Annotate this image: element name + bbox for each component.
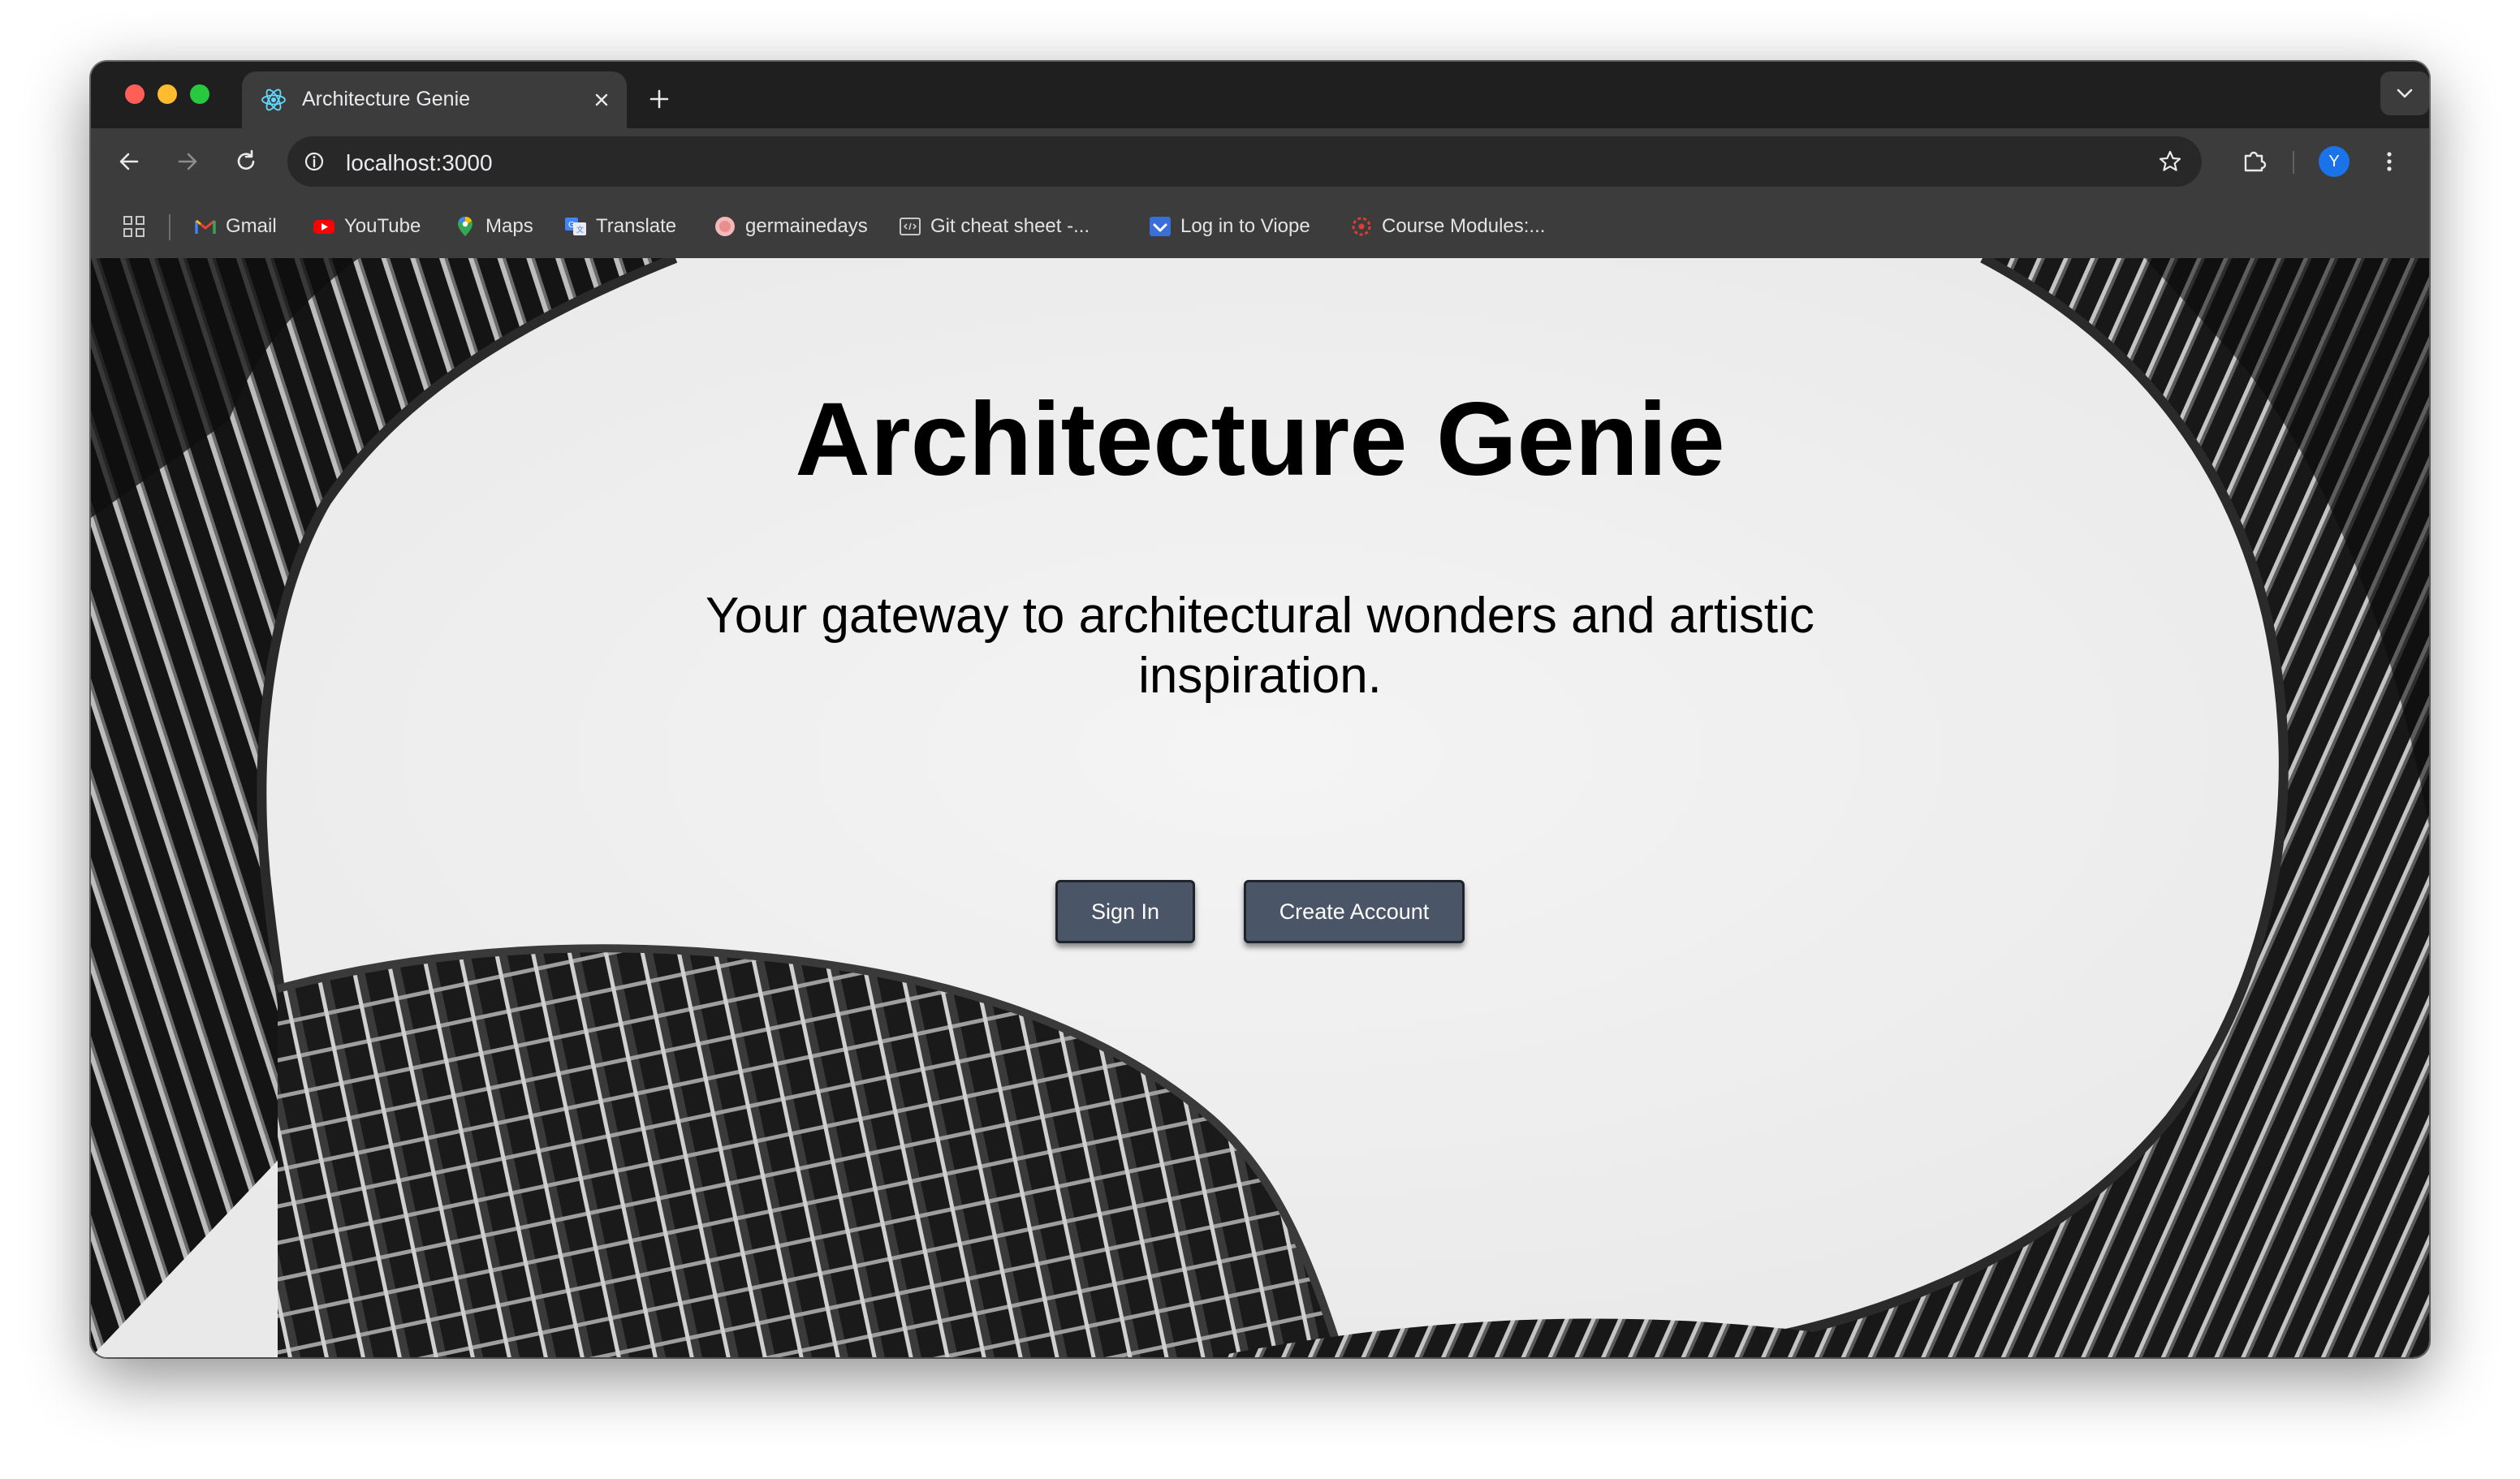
address-bar[interactable]: localhost:3000: [287, 136, 2202, 187]
svg-text:文: 文: [576, 225, 584, 235]
create-account-button[interactable]: Create Account: [1244, 880, 1465, 943]
close-window-button[interactable]: [125, 84, 145, 104]
gmail-icon: [195, 219, 216, 234]
forward-arrow-icon[interactable]: [169, 143, 206, 180]
svg-text:G: G: [568, 221, 575, 230]
bookmark-label: YouTube: [344, 215, 421, 237]
bookmark-label: Course Modules:...: [1382, 215, 1546, 237]
tab-architecture-genie[interactable]: Architecture Genie: [242, 71, 627, 128]
bookmark-label: Translate: [596, 215, 677, 237]
browser-window: Architecture Genie localhost:3000 Y Gmai…: [91, 62, 2429, 1357]
bookmark-star-icon[interactable]: [2155, 146, 2186, 177]
tab-search-button[interactable]: [2380, 71, 2429, 115]
bookmark-translate[interactable]: G 文 Translate: [563, 211, 676, 242]
bookmark-label: Maps: [485, 215, 533, 237]
extensions-icon[interactable]: [2236, 143, 2273, 180]
course-icon: [1352, 217, 1371, 236]
translate-icon: G 文: [565, 218, 586, 235]
viope-icon: [1150, 217, 1171, 236]
tab-title: Architecture Genie: [302, 88, 471, 110]
bookmark-label: Git cheat sheet -...: [930, 215, 1090, 237]
url-text[interactable]: localhost:3000: [346, 150, 493, 176]
bookmark-youtube[interactable]: YouTube: [312, 211, 421, 242]
bookmarks-bar: Gmail YouTube Maps G 文 Translate germain…: [91, 195, 2429, 258]
close-tab-icon[interactable]: [588, 86, 615, 114]
reload-icon[interactable]: [227, 143, 265, 180]
code-icon: [900, 218, 921, 235]
back-arrow-icon[interactable]: [110, 143, 148, 180]
bookmark-label: Gmail: [226, 215, 277, 237]
sign-in-button[interactable]: Sign In: [1055, 880, 1195, 943]
bookmark-git-cheat-sheet[interactable]: Git cheat sheet -...: [898, 211, 1090, 242]
bookmark-course-modules[interactable]: Course Modules:...: [1349, 211, 1545, 242]
maximize-window-button[interactable]: [190, 84, 209, 104]
chevron-down-icon: [2397, 88, 2413, 98]
profile-avatar[interactable]: Y: [2319, 146, 2350, 177]
maps-icon: [458, 217, 472, 236]
site-info-icon[interactable]: [299, 146, 330, 177]
page-title: Architecture Genie: [795, 382, 1725, 498]
bookmark-gmail[interactable]: Gmail: [193, 211, 277, 242]
toolbar-divider: [2293, 151, 2294, 174]
germainedays-icon: [715, 217, 735, 236]
bookmark-viope[interactable]: Log in to Viope: [1148, 211, 1310, 242]
landing-page: Architecture Genie Your gateway to archi…: [91, 258, 2429, 1357]
page-subtitle: Your gateway to architectural wonders an…: [706, 588, 1814, 704]
new-tab-icon[interactable]: [641, 81, 677, 117]
bookmark-germainedays[interactable]: germainedays: [713, 211, 868, 242]
react-icon: [261, 88, 286, 111]
minimize-window-button[interactable]: [158, 84, 177, 104]
browser-toolbar: localhost:3000 Y: [91, 128, 2429, 195]
youtube-icon: [313, 220, 334, 234]
tab-strip: Architecture Genie: [91, 62, 2429, 128]
bookmark-label: germainedays: [745, 215, 868, 237]
bookmarks-divider: [169, 214, 170, 240]
bookmark-maps[interactable]: Maps: [453, 211, 533, 242]
apps-grid-icon[interactable]: [120, 213, 148, 240]
bookmark-label: Log in to Viope: [1180, 215, 1310, 237]
more-menu-icon[interactable]: [2371, 143, 2408, 180]
